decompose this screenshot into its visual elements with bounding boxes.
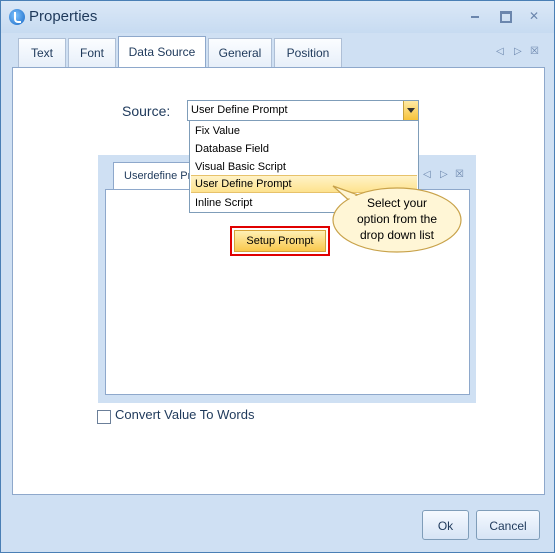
callout-text: Select your option from the drop down li… [331, 195, 463, 243]
option-label: Visual Basic Script [195, 161, 286, 173]
callout-line: Select your [366, 196, 428, 210]
tab-strip: Text Font Data Source General Position ◁… [14, 36, 544, 69]
minimize-icon[interactable] [464, 7, 486, 25]
window-title: Properties [29, 8, 98, 25]
option-visual-basic-script[interactable]: Visual Basic Script [191, 158, 417, 176]
option-label: Inline Script [195, 197, 253, 209]
callout-line: drop down list [359, 228, 435, 242]
tab-position[interactable]: Position [274, 38, 342, 67]
maximize-icon[interactable] [494, 7, 516, 25]
tab-scroll-left-icon[interactable]: ◁ [496, 46, 504, 57]
setup-prompt-button[interactable]: Setup Prompt [234, 230, 326, 252]
source-dropdown[interactable]: User Define Prompt [187, 100, 419, 121]
tab-general[interactable]: General [208, 38, 272, 67]
app-logo-icon [9, 9, 25, 25]
source-selected-value: User Define Prompt [191, 104, 288, 116]
tab-scroll-right-icon[interactable]: ▷ [514, 46, 522, 57]
inner-scroll-left-icon[interactable]: ◁ [423, 169, 431, 180]
inner-close-icon[interactable]: ☒ [455, 169, 464, 180]
source-label: Source: [122, 103, 171, 119]
option-database-field[interactable]: Database Field [191, 140, 417, 158]
tab-text[interactable]: Text [18, 38, 66, 67]
close-icon[interactable] [523, 7, 545, 25]
option-label: Fix Value [195, 125, 241, 137]
convert-value-checkbox[interactable] [97, 410, 111, 424]
option-label: Database Field [195, 143, 269, 155]
ok-button[interactable]: Ok [422, 510, 469, 540]
tab-close-icon[interactable]: ☒ [530, 46, 539, 57]
tab-data-source[interactable]: Data Source [118, 36, 206, 69]
chevron-down-icon[interactable] [403, 101, 418, 120]
option-label: User Define Prompt [195, 178, 292, 190]
inner-scroll-right-icon[interactable]: ▷ [440, 169, 448, 180]
callout-line: option from the [356, 212, 438, 226]
option-fix-value[interactable]: Fix Value [191, 122, 417, 140]
title-bar[interactable]: Properties [1, 1, 554, 33]
tab-font[interactable]: Font [68, 38, 116, 67]
cancel-button[interactable]: Cancel [476, 510, 540, 540]
convert-value-label[interactable]: Convert Value To Words [115, 407, 254, 422]
